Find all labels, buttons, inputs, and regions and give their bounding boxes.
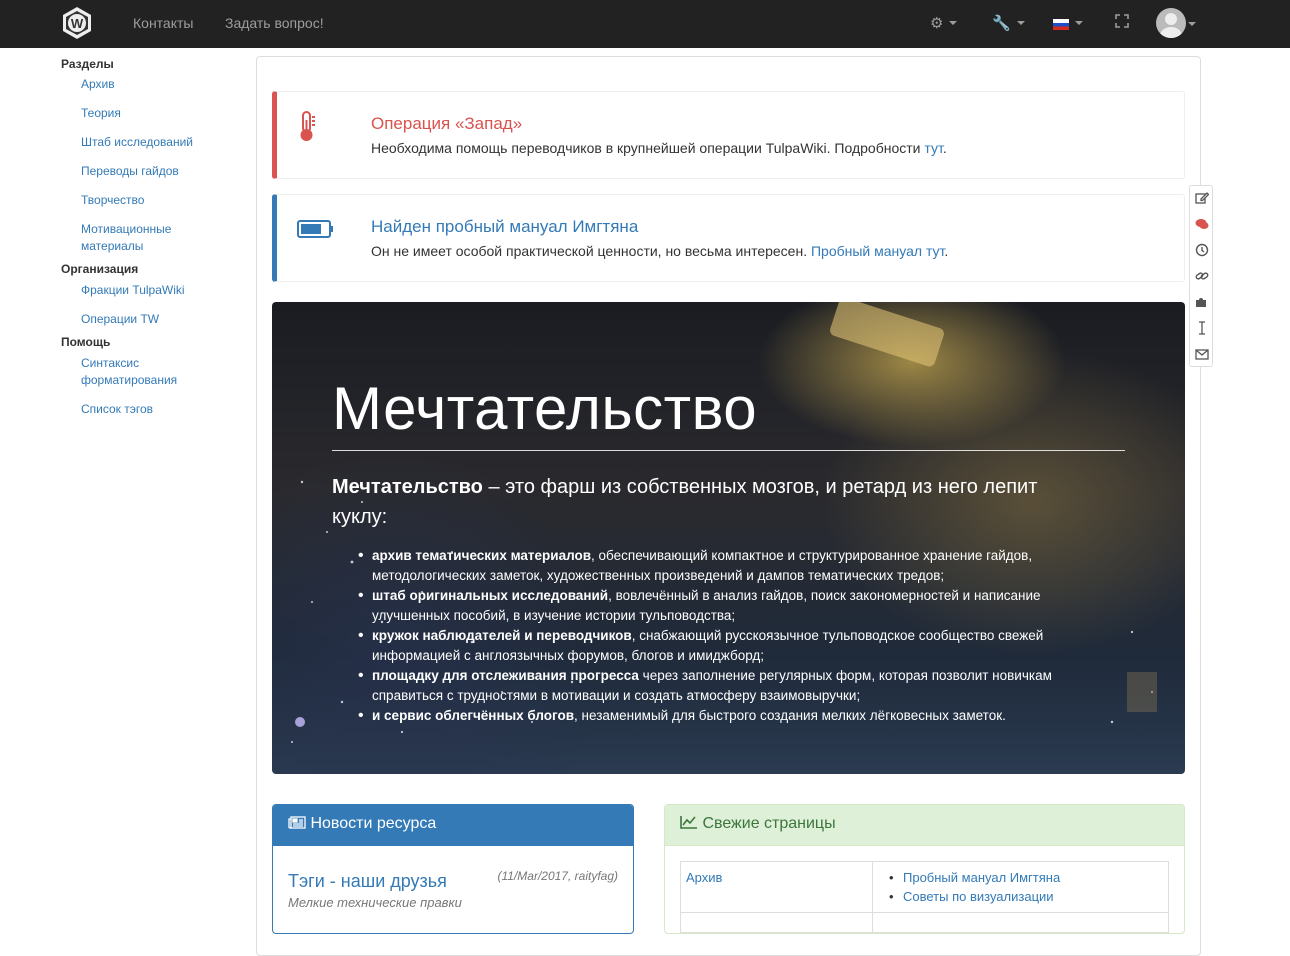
hero-banner: Мечтательство Мечтательство – это фарш и… bbox=[272, 302, 1185, 774]
site-logo[interactable]: W bbox=[60, 6, 94, 40]
chevron-down-icon[interactable] bbox=[1188, 22, 1196, 26]
sidebar-item-theory[interactable]: Теория bbox=[81, 105, 241, 122]
hero-feature-list: архив тематических материалов, обеспечив… bbox=[358, 546, 1102, 726]
sidebar-heading-organization: Организация bbox=[61, 262, 139, 276]
alert-title: Найден пробный мануал Имгтяна bbox=[371, 217, 639, 236]
battery-icon bbox=[297, 219, 335, 244]
list-item: площадку для отслеживания прогресса чере… bbox=[358, 666, 1102, 706]
sidebar-item-operations[interactable]: Операции TW bbox=[81, 311, 241, 328]
list-item-bold: архив тематических материалов bbox=[372, 548, 592, 563]
hero-lead: Мечтательство – это фарш из собственных … bbox=[332, 472, 1092, 532]
page-tools-toolbar bbox=[1189, 185, 1213, 367]
line-chart-icon bbox=[680, 815, 702, 832]
alert-text-body: Он не имеет особой практической ценности… bbox=[371, 243, 811, 259]
list-item-bold: и сервис облегчённых блогов bbox=[372, 708, 575, 723]
sidebar-item-syntax[interactable]: Синтаксис форматирования bbox=[81, 355, 191, 389]
list-item-text: , незаменимый для быстрого создания мелк… bbox=[574, 708, 1006, 723]
list-item-bold: кружок наблюдателей и переводчиков bbox=[372, 628, 632, 643]
sidebar-heading-help: Помощь bbox=[61, 335, 111, 349]
sidebar-item-guide-translations[interactable]: Переводы гайдов bbox=[81, 163, 241, 180]
list-item: и сервис облегчённых блогов, незаменимый… bbox=[358, 706, 1102, 726]
sidebar-item-motivation[interactable]: Мотивационные материалы bbox=[81, 221, 191, 255]
sidebar: Разделы Архив Теория Штаб исследований П… bbox=[61, 56, 241, 418]
alert-link-details[interactable]: тут bbox=[924, 140, 942, 156]
fresh-panel-header: Свежие страницы bbox=[665, 805, 1184, 846]
fresh-page-link[interactable]: Советы по визуализации bbox=[903, 889, 1054, 904]
news-item-title[interactable]: Тэги - наши друзья bbox=[288, 871, 447, 892]
news-item-description: Мелкие технические правки bbox=[288, 895, 462, 910]
envelope-icon[interactable] bbox=[1195, 347, 1209, 361]
fresh-pages-panel: Свежие страницы Архив • Пробный мануал Им… bbox=[664, 804, 1185, 934]
news-item-meta: (11/Mar/2017, raityfag) bbox=[497, 869, 619, 883]
alert-manual-found: Найден пробный мануал Имгтяна Он не имее… bbox=[272, 194, 1185, 282]
fresh-panel-title: Свежие страницы bbox=[702, 815, 836, 832]
sidebar-item-creativity[interactable]: Творчество bbox=[81, 192, 241, 209]
tools-dropdown[interactable]: 🔧 bbox=[992, 14, 1025, 32]
list-item-bold: площадку для отслеживания прогресса bbox=[372, 668, 639, 683]
comments-icon[interactable] bbox=[1195, 217, 1209, 231]
edit-icon[interactable] bbox=[1195, 191, 1210, 205]
nav-link-ask-question[interactable]: Задать вопрос! bbox=[225, 15, 324, 31]
list-item: кружок наблюдателей и переводчиков, снаб… bbox=[358, 626, 1102, 666]
list-item-bold: штаб оригинальных исследований bbox=[372, 588, 609, 603]
text-cursor-icon[interactable] bbox=[1195, 321, 1209, 335]
table-row bbox=[680, 912, 1169, 933]
table-row: Архив • Пробный мануал Имгтяна • Советы по… bbox=[680, 861, 1169, 913]
hero-title: Мечтательство bbox=[332, 375, 758, 442]
alert-operation-west: Операция «Запад» Необходима помощь перев… bbox=[272, 91, 1185, 179]
alert-text-body: Необходима помощь переводчиков в крупней… bbox=[371, 140, 925, 156]
russian-flag-icon bbox=[1053, 17, 1069, 30]
top-navbar: W Контакты Задать вопрос! ⚙ 🔧 bbox=[0, 0, 1290, 48]
link-icon[interactable] bbox=[1195, 269, 1209, 283]
sidebar-item-archive[interactable]: Архив bbox=[81, 76, 241, 93]
language-dropdown[interactable] bbox=[1053, 17, 1083, 30]
fullscreen-icon[interactable] bbox=[1115, 14, 1129, 28]
sidebar-item-tag-list[interactable]: Список тэгов bbox=[81, 401, 241, 418]
alert-text: Он не имеет особой практической ценности… bbox=[371, 243, 948, 259]
puzzle-icon[interactable] bbox=[1195, 295, 1209, 309]
hero-divider bbox=[332, 450, 1125, 451]
alert-text-tail: . bbox=[942, 140, 947, 156]
wrench-icon: 🔧 bbox=[992, 15, 1011, 32]
alert-title: Операция «Запад» bbox=[371, 114, 523, 133]
svg-text:W: W bbox=[71, 16, 84, 31]
thermometer-icon bbox=[297, 110, 319, 147]
history-icon[interactable] bbox=[1195, 243, 1209, 257]
cogs-icon: ⚙ bbox=[930, 15, 944, 32]
news-panel-header: Новости ресурса bbox=[273, 805, 633, 846]
list-item: • Пробный мануал Имгтяна bbox=[889, 870, 1061, 885]
sidebar-heading-sections: Разделы bbox=[61, 57, 114, 71]
list-item: архив тематических материалов, обеспечив… bbox=[358, 546, 1102, 586]
sidebar-item-factions[interactable]: Фракции TulpaWiki bbox=[81, 282, 241, 299]
fresh-pages-table: Архив • Пробный мануал Имгтяна • Советы по… bbox=[680, 861, 1169, 933]
news-panel: Новости ресурса Тэги - наши друзья (11/M… bbox=[272, 804, 634, 934]
hero-lead-bold: Мечтательство bbox=[332, 476, 483, 498]
fresh-page-link[interactable]: Пробный мануал Имгтяна bbox=[903, 870, 1060, 885]
nav-link-contacts[interactable]: Контакты bbox=[133, 15, 193, 31]
newspaper-icon bbox=[288, 815, 310, 832]
alert-link-manual[interactable]: Пробный мануал тут bbox=[811, 243, 944, 259]
settings-dropdown[interactable]: ⚙ bbox=[930, 14, 958, 32]
list-item: штаб оригинальных исследований, вовлечён… bbox=[358, 586, 1102, 626]
alert-text: Необходима помощь переводчиков в крупней… bbox=[371, 140, 947, 156]
alert-text-tail: . bbox=[944, 243, 949, 259]
sidebar-item-research-hq[interactable]: Штаб исследований bbox=[81, 134, 241, 151]
news-panel-title: Новости ресурса bbox=[310, 815, 437, 832]
avatar[interactable] bbox=[1156, 8, 1186, 38]
list-item: • Советы по визуализации bbox=[889, 889, 1054, 904]
fresh-section-link[interactable]: Архив bbox=[686, 870, 722, 885]
